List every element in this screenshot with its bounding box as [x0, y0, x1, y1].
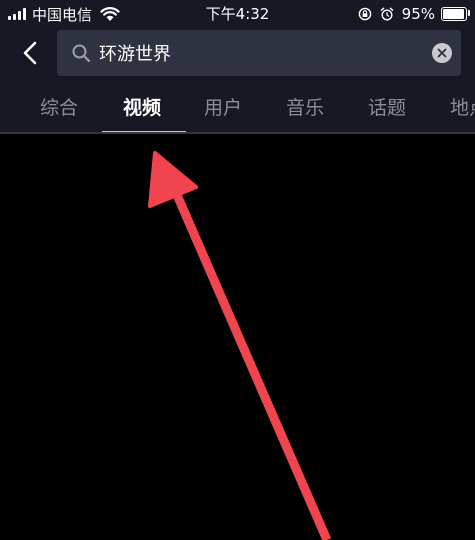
battery-fill [443, 9, 464, 19]
battery-percent: 95% [401, 5, 435, 23]
tab-comprehensive[interactable]: 综合 [40, 94, 78, 122]
clear-icon [437, 48, 447, 58]
header-divider [0, 132, 475, 134]
annotation-arrow-shaft [169, 186, 332, 540]
search-box[interactable] [57, 30, 461, 76]
tab-music[interactable]: 音乐 [286, 94, 324, 122]
rotation-lock-icon [358, 7, 371, 21]
tab-topics[interactable]: 话题 [368, 94, 406, 122]
alarm-icon [380, 7, 393, 21]
tab-places[interactable]: 地点 [450, 94, 475, 122]
search-result-tabs: 综合 视频 用户 音乐 话题 地点 [0, 82, 475, 134]
status-right: 95% [358, 4, 470, 24]
header: 中国电信 下午4:32 95% 环游世界 综合 视频 用户 音乐 话题 地 [0, 0, 475, 134]
chevron-left-icon [23, 41, 37, 65]
back-button[interactable] [16, 38, 44, 68]
search-input[interactable] [99, 42, 432, 64]
tab-users[interactable]: 用户 [204, 94, 242, 122]
battery-icon [441, 7, 470, 21]
status-bar: 中国电信 下午4:32 95% [0, 0, 475, 28]
search-icon [72, 44, 91, 63]
tab-videos[interactable]: 视频 [123, 94, 161, 122]
clear-search-button[interactable] [432, 43, 452, 63]
annotation-arrow-head [148, 151, 198, 208]
